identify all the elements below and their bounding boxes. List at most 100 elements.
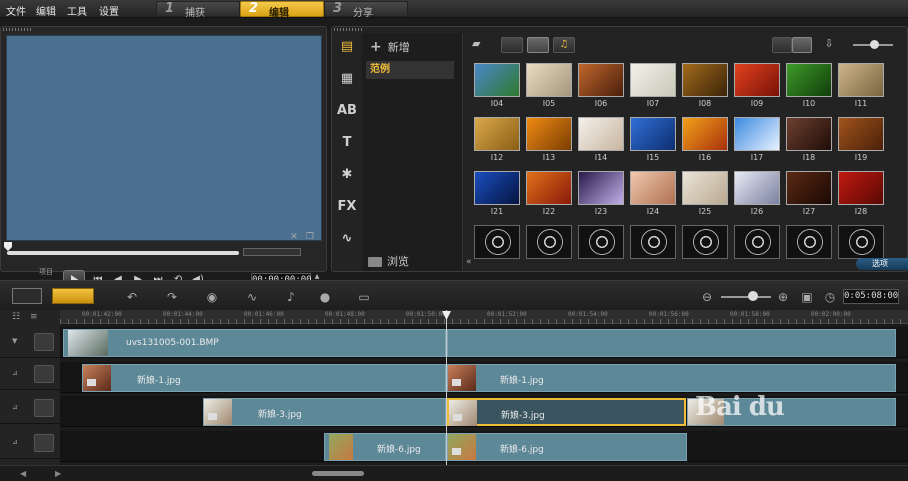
path-icon[interactable]: ∿: [337, 229, 357, 249]
music-thumbnail[interactable]: [474, 225, 520, 259]
motion-tracking-icon[interactable]: ●: [316, 289, 334, 305]
redo-icon[interactable]: ↷: [163, 289, 181, 305]
music-thumbnail[interactable]: [838, 225, 884, 259]
lock-icon[interactable]: ⊿: [12, 403, 20, 411]
library-thumbnail[interactable]: [786, 171, 832, 205]
timeline-timecode[interactable]: 0:05:08:00: [843, 289, 899, 304]
fit-project-icon[interactable]: ▣: [798, 289, 816, 305]
library-thumbnail[interactable]: [526, 117, 572, 151]
thumbnail-zoom-knob[interactable]: [870, 40, 879, 49]
enlarge-preview-icon[interactable]: ❐: [305, 232, 315, 242]
close-trim-icon[interactable]: ✕: [289, 232, 299, 242]
panel-grip[interactable]: [334, 28, 364, 31]
playhead-line[interactable]: [446, 310, 447, 465]
title-icon[interactable]: T: [337, 133, 357, 153]
music-thumbnail[interactable]: [578, 225, 624, 259]
show-audio-button[interactable]: ♫: [553, 37, 575, 53]
step-tab-capture[interactable]: 1 捕获: [156, 1, 240, 19]
library-thumbnail[interactable]: [682, 63, 728, 97]
library-thumbnail[interactable]: [630, 63, 676, 97]
clock-icon[interactable]: ◷: [821, 289, 839, 305]
mode-project-label[interactable]: 项目: [39, 267, 53, 277]
library-thumbnail[interactable]: [578, 63, 624, 97]
library-thumbnail[interactable]: [838, 117, 884, 151]
scrub-bar[interactable]: [7, 251, 239, 255]
track-clip[interactable]: 新娘-1.jpg: [82, 364, 446, 392]
timeline-zoom-knob[interactable]: [748, 291, 758, 301]
library-thumbnail[interactable]: [578, 117, 624, 151]
library-thumbnail[interactable]: [526, 171, 572, 205]
auto-music-icon[interactable]: ♪: [282, 289, 300, 305]
library-thumbnail[interactable]: [682, 171, 728, 205]
options-button[interactable]: 选项: [856, 258, 908, 270]
track-clip[interactable]: 新娘-1.jpg: [447, 364, 896, 392]
sort-icon[interactable]: ⇩: [820, 37, 838, 53]
smart-proxy-icon[interactable]: ◉: [203, 289, 221, 305]
library-thumbnail[interactable]: [734, 117, 780, 151]
track-clip[interactable]: uvs131005-001.BMP: [63, 329, 446, 357]
zoom-out-icon[interactable]: ⊖: [698, 289, 716, 305]
scrollbar-thumb[interactable]: [312, 471, 364, 476]
show-photos-button[interactable]: [527, 37, 549, 53]
undo-icon[interactable]: ↶: [123, 289, 141, 305]
library-thumbnail[interactable]: [630, 117, 676, 151]
filter-fx-icon[interactable]: FX: [337, 197, 357, 217]
overlay-track-icon[interactable]: [34, 365, 54, 383]
library-thumbnail[interactable]: [474, 171, 520, 205]
library-thumbnail[interactable]: [838, 171, 884, 205]
instant-project-icon[interactable]: ▦: [337, 69, 357, 89]
music-thumbnail[interactable]: [786, 225, 832, 259]
menu-file[interactable]: 文件: [6, 3, 26, 18]
timeline-view-button[interactable]: [52, 288, 94, 304]
track-clip[interactable]: 新娘-3.jpg: [203, 398, 446, 426]
trim-bar[interactable]: [243, 248, 301, 256]
library-thumbnail[interactable]: [786, 117, 832, 151]
menu-settings[interactable]: 设置: [99, 3, 119, 18]
overlay-track-icon[interactable]: [34, 434, 54, 452]
library-thumbnail[interactable]: [630, 171, 676, 205]
lock-icon[interactable]: ⊿: [12, 369, 20, 377]
audio-mixer-icon[interactable]: ∿: [243, 289, 261, 305]
library-thumbnail[interactable]: [578, 171, 624, 205]
track-clip[interactable]: [447, 329, 896, 357]
storyboard-view-button[interactable]: [12, 288, 42, 304]
collapse-panel-icon[interactable]: «: [466, 257, 476, 269]
library-thumbnail[interactable]: [734, 171, 780, 205]
library-thumbnail[interactable]: [474, 117, 520, 151]
menu-tools[interactable]: 工具: [67, 3, 87, 18]
library-thumbnail[interactable]: [474, 63, 520, 97]
thumbnail-view-button[interactable]: [792, 37, 812, 53]
scroll-right-icon[interactable]: ▶: [55, 469, 67, 479]
timeline-scrollbar[interactable]: ◀ ▶: [0, 465, 908, 481]
music-thumbnail[interactable]: [630, 225, 676, 259]
library-thumbnail[interactable]: [526, 63, 572, 97]
import-folder-icon[interactable]: ▰: [472, 37, 486, 53]
library-thumbnail[interactable]: [786, 63, 832, 97]
panel-grip[interactable]: [3, 28, 33, 31]
scrub-handle[interactable]: [4, 242, 12, 251]
music-thumbnail[interactable]: [526, 225, 572, 259]
track-clip[interactable]: 新娘-6.jpg: [447, 433, 687, 461]
step-tab-share[interactable]: 3 分享: [324, 1, 408, 19]
transition-icon[interactable]: AB: [337, 101, 357, 121]
browse-button[interactable]: 浏览: [368, 253, 409, 269]
overlay-track-icon[interactable]: [34, 399, 54, 417]
library-thumbnail[interactable]: [682, 117, 728, 151]
menu-edit[interactable]: 编辑: [36, 3, 56, 18]
track-clip-selected[interactable]: 新娘-3.jpg: [447, 398, 686, 426]
subtitle-editor-icon[interactable]: ▭: [355, 289, 373, 305]
track-clip[interactable]: 新娘-6.jpg: [324, 433, 446, 461]
step-tab-edit[interactable]: 2 编辑: [240, 1, 324, 19]
show-videos-button[interactable]: [501, 37, 523, 53]
folder-item-samples[interactable]: 范例: [366, 61, 454, 79]
expand-track-icon[interactable]: ▼: [12, 337, 20, 345]
track-list-icon[interactable]: ≡: [30, 312, 44, 322]
timeline-ruler[interactable]: 00:01:42:00 00:01:44:00 00:01:46:00 00:01:4…: [60, 310, 908, 324]
scroll-left-icon[interactable]: ◀: [20, 469, 32, 479]
media-library-icon[interactable]: ▤: [337, 37, 357, 57]
video-track-icon[interactable]: [34, 333, 54, 351]
zoom-in-icon[interactable]: ⊕: [774, 289, 792, 305]
timeline-zoom-slider[interactable]: [721, 296, 771, 298]
library-thumbnail[interactable]: [838, 63, 884, 97]
list-view-button[interactable]: [772, 37, 792, 53]
